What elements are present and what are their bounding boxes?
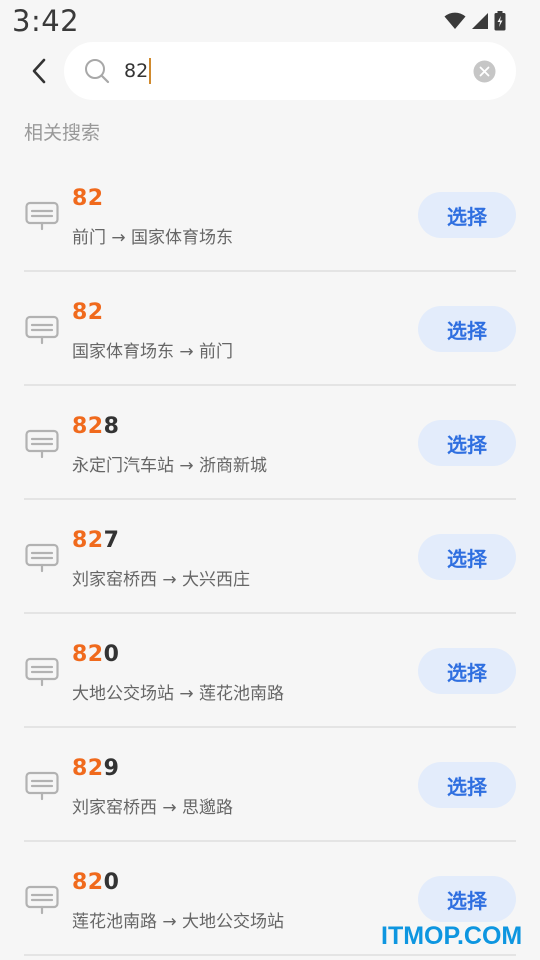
status-icons (444, 11, 506, 31)
search-row: 82 (0, 42, 540, 100)
route-number-match: 82 (72, 642, 104, 667)
search-icon (85, 59, 110, 84)
route-number-match: 82 (72, 414, 104, 439)
route-number-rest: 9 (103, 756, 120, 781)
route-number: 820 (72, 870, 119, 895)
select-button[interactable]: 选择 (418, 306, 516, 352)
route-number-match: 82 (72, 528, 104, 553)
section-title: 相关搜索 (24, 122, 101, 144)
select-button[interactable]: 选择 (418, 876, 516, 922)
route-number: 829 (72, 756, 119, 781)
route-list: 82 前门 → 国家体育场东 选择 82 国家体育场东 → 前门 选择 828 … (24, 158, 516, 956)
bus-icon (25, 315, 59, 345)
route-list-item[interactable]: 829 刘家窑桥西 → 思邈路 选择 (24, 728, 516, 842)
route-number: 82 (72, 300, 104, 325)
status-bar: 3:42 (0, 0, 540, 42)
route-number-match: 82 (72, 870, 104, 895)
select-button[interactable]: 选择 (418, 648, 516, 694)
search-input[interactable]: 82 (124, 56, 444, 86)
select-button[interactable]: 选择 (418, 420, 516, 466)
bus-icon (25, 429, 59, 459)
search-box[interactable]: 82 (64, 42, 516, 100)
bus-icon (25, 543, 59, 573)
text-cursor (149, 58, 152, 84)
route-number-rest: 8 (103, 414, 120, 439)
select-button[interactable]: 选择 (418, 192, 516, 238)
route-number: 82 (72, 186, 104, 211)
route-direction: 大地公交场站 → 莲花池南路 (72, 684, 285, 704)
select-button[interactable]: 选择 (418, 534, 516, 580)
route-list-item[interactable]: 82 国家体育场东 → 前门 选择 (24, 272, 516, 386)
route-list-item[interactable]: 82 前门 → 国家体育场东 选择 (24, 158, 516, 272)
route-number-match: 82 (72, 186, 104, 211)
route-direction: 刘家窑桥西 → 大兴西庄 (72, 570, 251, 590)
watermark-logo: ITMOP.COM (381, 922, 523, 950)
route-number-rest: 0 (103, 642, 120, 667)
select-button[interactable]: 选择 (418, 762, 516, 808)
route-number-rest: 7 (103, 528, 120, 553)
search-input-value: 82 (124, 60, 149, 82)
clear-icon[interactable] (473, 60, 496, 83)
route-number: 820 (72, 642, 119, 667)
route-number: 828 (72, 414, 119, 439)
route-direction: 刘家窑桥西 → 思邈路 (72, 798, 234, 818)
chevron-left-icon (32, 58, 46, 84)
route-number-match: 82 (72, 756, 104, 781)
bus-icon (25, 657, 59, 687)
bus-icon (25, 885, 59, 915)
back-button[interactable] (22, 54, 56, 88)
route-direction: 永定门汽车站 → 浙商新城 (72, 456, 268, 476)
route-list-item[interactable]: 828 永定门汽车站 → 浙商新城 选择 (24, 386, 516, 500)
cellular-signal-icon (472, 13, 488, 29)
route-direction: 前门 → 国家体育场东 (72, 228, 234, 248)
battery-charging-icon (494, 11, 506, 31)
route-direction: 国家体育场东 → 前门 (72, 342, 234, 362)
bus-icon (25, 771, 59, 801)
route-number-match: 82 (72, 300, 104, 325)
wifi-icon (444, 12, 466, 29)
route-number-rest: 0 (103, 870, 120, 895)
route-list-item[interactable]: 820 大地公交场站 → 莲花池南路 选择 (24, 614, 516, 728)
route-direction: 莲花池南路 → 大地公交场站 (72, 912, 285, 932)
route-list-item[interactable]: 827 刘家窑桥西 → 大兴西庄 选择 (24, 500, 516, 614)
route-number: 827 (72, 528, 119, 553)
bus-icon (25, 201, 59, 231)
status-time: 3:42 (12, 4, 80, 38)
